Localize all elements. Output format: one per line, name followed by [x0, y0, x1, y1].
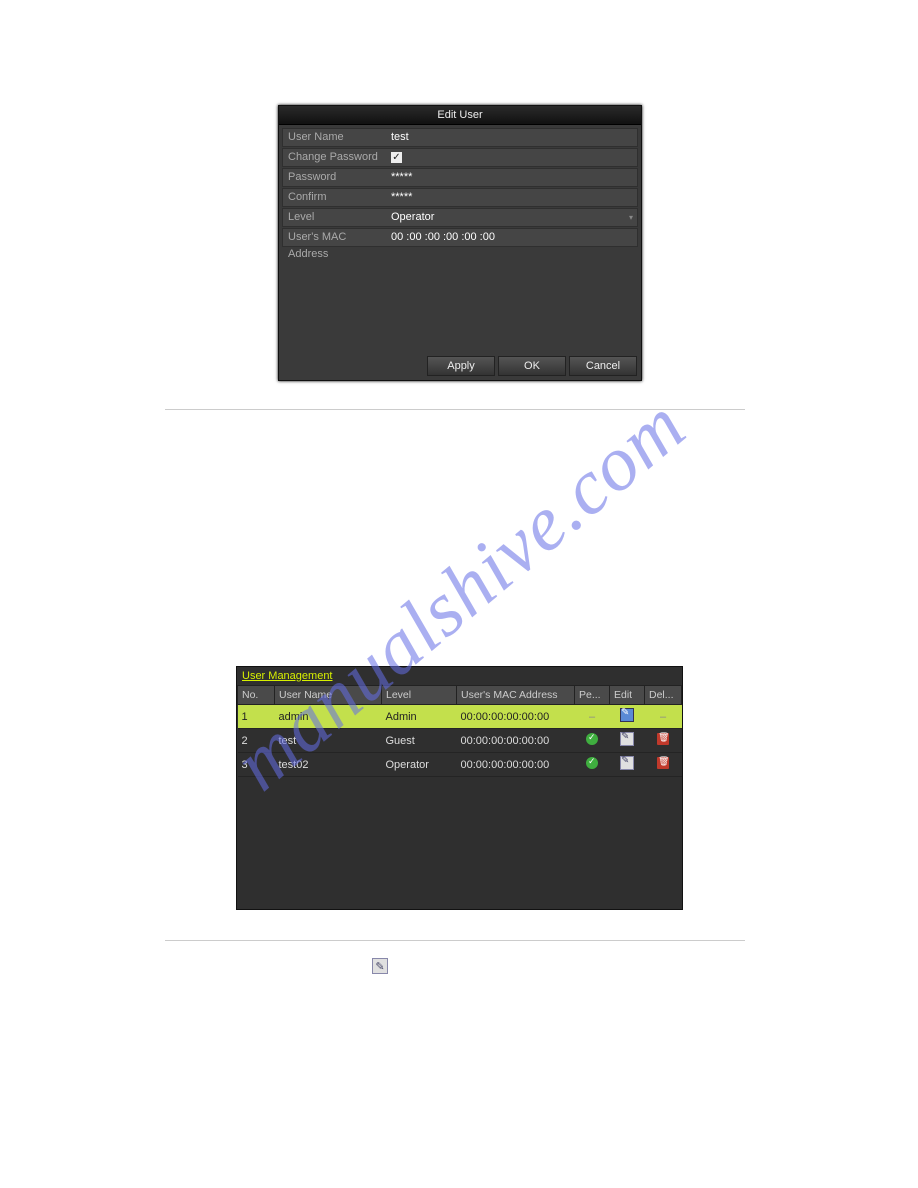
select-level[interactable]: Operator — [388, 209, 637, 226]
cell-user-name: admin — [275, 705, 382, 729]
row-change-password: Change Password ✓ — [282, 148, 638, 167]
cell-user-name: test02 — [275, 753, 382, 777]
cell-edit[interactable] — [610, 729, 645, 753]
th-mac[interactable]: User's MAC Address — [457, 686, 575, 705]
divider — [165, 409, 745, 410]
panel-title: User Management — [237, 667, 682, 683]
label-password: Password — [283, 169, 388, 186]
form-body: User Name test Change Password ✓ Passwor… — [279, 125, 641, 251]
ok-button[interactable]: OK — [498, 356, 566, 376]
cancel-button[interactable]: Cancel — [569, 356, 637, 376]
table-row[interactable]: 1adminAdmin00:00:00:00:00:00 – – — [238, 705, 682, 729]
th-level[interactable]: Level — [382, 686, 457, 705]
edit-icon — [620, 708, 634, 722]
cell-level: Operator — [382, 753, 457, 777]
table-row[interactable]: 3test02Operator00:00:00:00:00:00 — [238, 753, 682, 777]
cell-level: Admin — [382, 705, 457, 729]
cell-permission[interactable]: – — [575, 705, 610, 729]
table-row[interactable]: 2testGuest00:00:00:00:00:00 — [238, 729, 682, 753]
th-del[interactable]: Del... — [645, 686, 682, 705]
cell-permission[interactable] — [575, 729, 610, 753]
checkbox-change-password-wrap: ✓ — [388, 149, 637, 166]
cell-no: 2 — [238, 729, 275, 753]
th-user-name[interactable]: User Name — [275, 686, 382, 705]
cell-edit[interactable] — [610, 753, 645, 777]
row-mac: User's MAC Address 00 :00 :00 :00 :00 :0… — [282, 228, 638, 247]
dialog-buttons: Apply OK Cancel — [427, 356, 637, 376]
label-mac: User's MAC Address — [283, 229, 388, 246]
table-header-row: No. User Name Level User's MAC Address P… — [238, 686, 682, 705]
cell-permission[interactable] — [575, 753, 610, 777]
input-mac[interactable]: 00 :00 :00 :00 :00 :00 — [388, 229, 637, 246]
check-icon — [586, 733, 598, 745]
input-confirm[interactable]: ***** — [388, 189, 637, 206]
cell-delete[interactable] — [645, 729, 682, 753]
cell-no: 1 — [238, 705, 275, 729]
cell-level: Guest — [382, 729, 457, 753]
label-confirm: Confirm — [283, 189, 388, 206]
delete-icon — [657, 733, 669, 745]
th-pe[interactable]: Pe... — [575, 686, 610, 705]
checkbox-change-password[interactable]: ✓ — [391, 152, 402, 163]
dialog-title: Edit User — [279, 106, 641, 125]
edit-user-dialog: Edit User User Name test Change Password… — [278, 105, 642, 381]
apply-button[interactable]: Apply — [427, 356, 495, 376]
cell-edit[interactable] — [610, 705, 645, 729]
input-password[interactable]: ***** — [388, 169, 637, 186]
dash-icon: – — [660, 711, 666, 723]
dash-icon: – — [589, 711, 595, 723]
user-management-panel: User Management No. User Name Level User… — [236, 666, 683, 910]
check-icon — [586, 757, 598, 769]
cell-mac: 00:00:00:00:00:00 — [457, 729, 575, 753]
cell-no: 3 — [238, 753, 275, 777]
cell-user-name: test — [275, 729, 382, 753]
edit-icon — [620, 732, 634, 746]
cell-delete[interactable]: – — [645, 705, 682, 729]
cell-mac: 00:00:00:00:00:00 — [457, 705, 575, 729]
input-user-name[interactable]: test — [388, 129, 637, 146]
label-user-name: User Name — [283, 129, 388, 146]
row-level: Level Operator — [282, 208, 638, 227]
label-level: Level — [283, 209, 388, 226]
edit-icon — [620, 756, 634, 770]
edit-icon: ✎ — [372, 958, 388, 974]
row-confirm: Confirm ***** — [282, 188, 638, 207]
delete-icon — [657, 757, 669, 769]
divider — [165, 940, 745, 941]
cell-mac: 00:00:00:00:00:00 — [457, 753, 575, 777]
row-user-name: User Name test — [282, 128, 638, 147]
th-no[interactable]: No. — [238, 686, 275, 705]
label-change-password: Change Password — [283, 149, 388, 166]
cell-delete[interactable] — [645, 753, 682, 777]
row-password: Password ***** — [282, 168, 638, 187]
user-table: No. User Name Level User's MAC Address P… — [237, 685, 682, 777]
th-edit[interactable]: Edit — [610, 686, 645, 705]
